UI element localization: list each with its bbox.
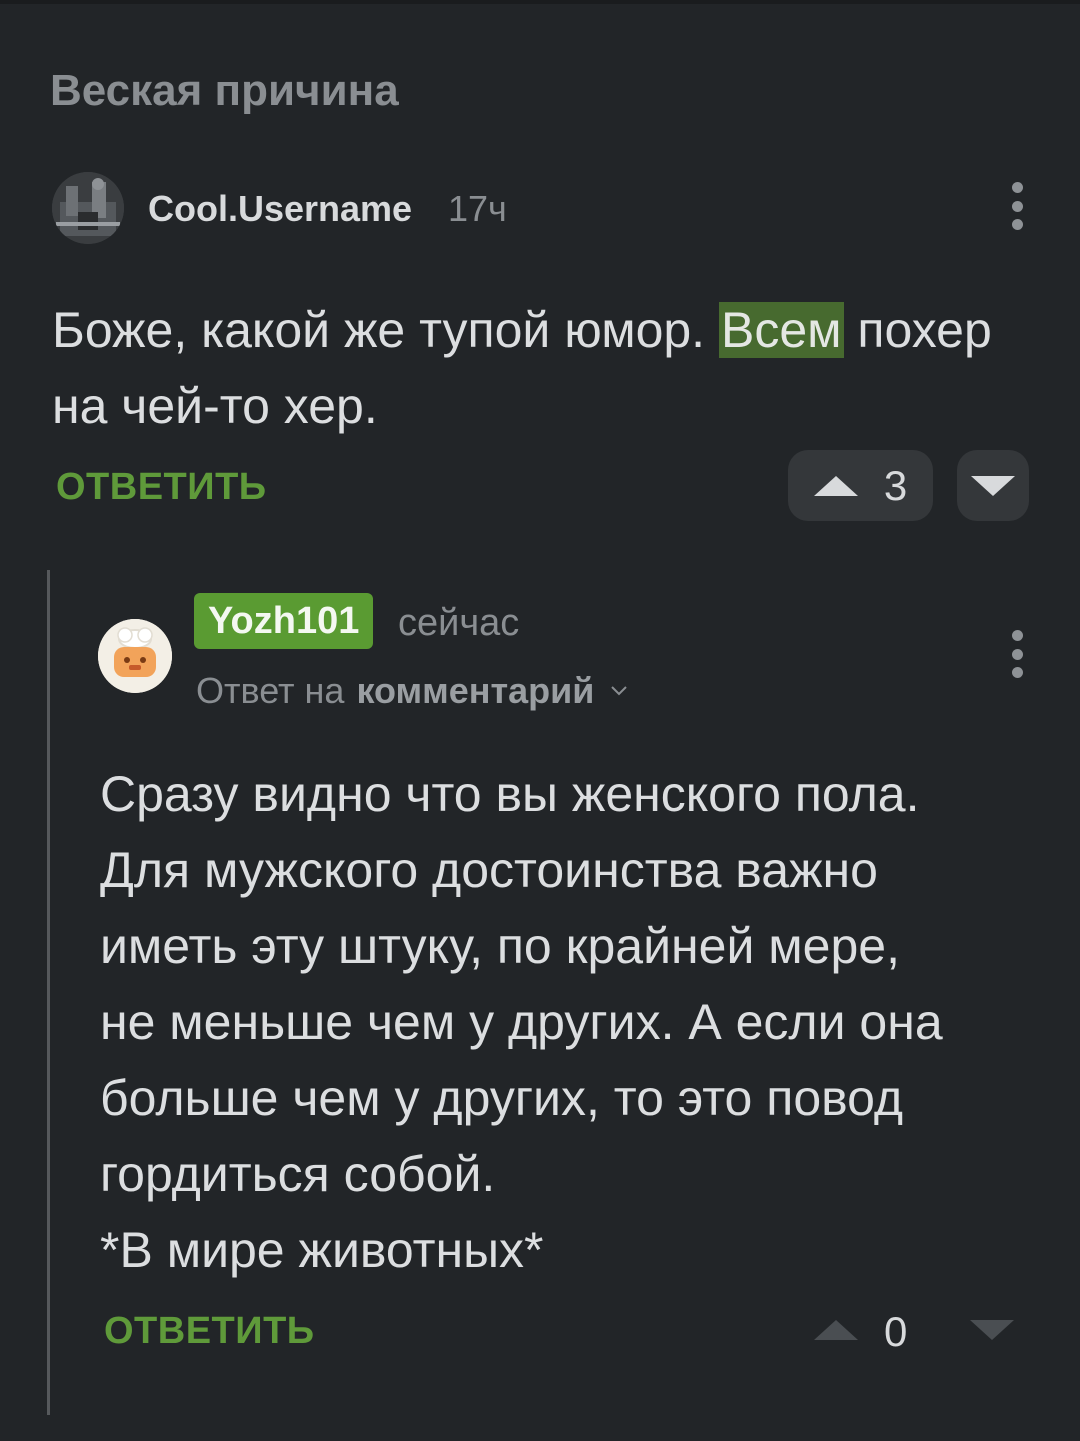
upvote-button[interactable]: [814, 1320, 858, 1340]
thread-line[interactable]: [47, 570, 50, 1415]
comment-line: гордиться собой.: [100, 1146, 496, 1202]
comment-username[interactable]: Cool.Username: [148, 188, 412, 230]
upvote-button[interactable]: 3: [788, 450, 933, 521]
comment-score: 0: [884, 1308, 908, 1355]
arrow-down-icon: [971, 475, 1015, 496]
chevron-down-icon: [611, 686, 628, 696]
comment-username[interactable]: Yozh101: [194, 593, 374, 649]
comment-line: *В мире животных*: [100, 1222, 544, 1278]
text-highlight: Всем: [718, 302, 844, 358]
avatar[interactable]: [98, 619, 172, 693]
comment-time: 17ч: [448, 188, 507, 229]
comment-line: больше чем у других, то это повод: [100, 1070, 904, 1126]
comment-line: иметь эту штуку, по крайней мере,: [100, 918, 900, 974]
more-options-icon[interactable]: [997, 624, 1037, 684]
comment-time: сейчас: [398, 602, 520, 644]
comment-score: 3: [883, 461, 908, 509]
reply-to-target: комментарий: [356, 670, 595, 711]
reply-button[interactable]: ОТВЕТИТЬ: [56, 466, 267, 509]
top-divider: [0, 0, 1080, 4]
post-title: Веская причина: [50, 66, 399, 115]
downvote-button[interactable]: [970, 1320, 1014, 1340]
comment-line: не меньше чем у других. А если она: [100, 994, 943, 1050]
comment-line: Для мужского достоинства важно: [100, 842, 878, 898]
arrow-up-icon: [813, 475, 858, 496]
arrow-up-icon: [814, 1320, 858, 1340]
avatar[interactable]: [52, 172, 124, 244]
more-options-icon[interactable]: [997, 176, 1037, 236]
reply-to-link[interactable]: Ответ на комментарий: [196, 670, 628, 712]
comment-text: Боже, какой же тупой юмор. Всем похер на…: [52, 302, 992, 434]
downvote-button[interactable]: [957, 450, 1029, 521]
comment-line: Сразу видно что вы женского пола.: [100, 766, 920, 822]
reply-button[interactable]: ОТВЕТИТЬ: [104, 1310, 315, 1353]
comment-text: Сразу видно что вы женского пола. Для му…: [100, 756, 1060, 1288]
arrow-down-icon: [970, 1320, 1014, 1340]
